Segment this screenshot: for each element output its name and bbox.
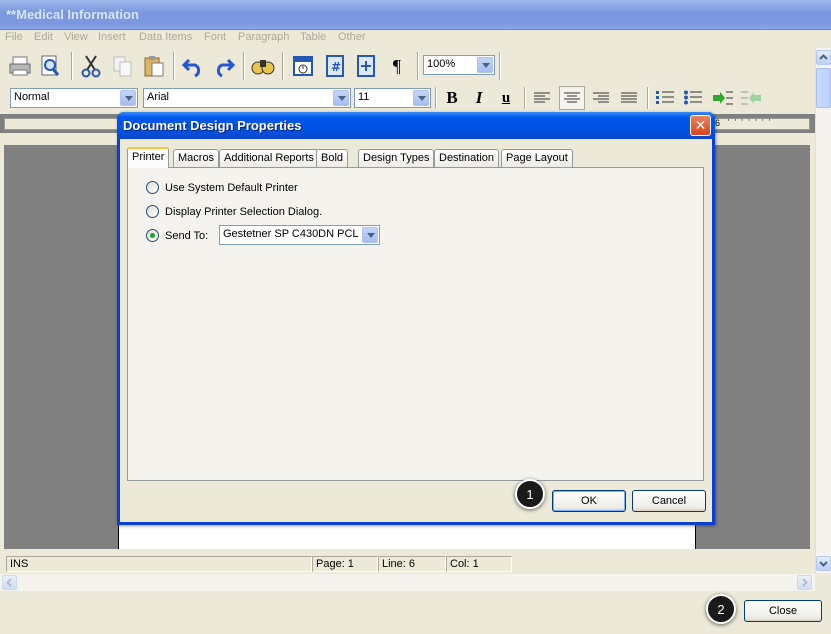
menu-other[interactable]: Other: [338, 31, 366, 43]
bold-button[interactable]: B: [440, 86, 464, 110]
step-badge-2: 2: [706, 594, 736, 624]
menu-bar: File Edit View Insert Data Items Font Pa…: [0, 30, 831, 47]
numbered-list-icon[interactable]: [653, 86, 677, 110]
bullet-list-icon[interactable]: [681, 86, 705, 110]
svg-text:#: #: [331, 60, 341, 74]
radio-send-to[interactable]: [146, 229, 159, 242]
paste-icon[interactable]: [140, 52, 168, 80]
copy-icon[interactable]: [109, 52, 137, 80]
menu-insert[interactable]: Insert: [98, 31, 126, 43]
close-icon[interactable]: ✕: [690, 115, 711, 136]
option-system-default[interactable]: Use System Default Printer: [146, 181, 298, 194]
chevron-down-icon[interactable]: [362, 227, 378, 243]
tab-design-types[interactable]: Design Types: [358, 149, 435, 167]
increase-indent-icon[interactable]: [711, 86, 735, 110]
menu-font[interactable]: Font: [204, 31, 226, 43]
radio-selection-dialog[interactable]: [146, 205, 159, 218]
dialog-title: Document Design Properties: [123, 118, 302, 133]
scroll-thumb[interactable]: [816, 68, 831, 108]
font-value: Arial: [147, 91, 170, 103]
ok-button[interactable]: OK: [552, 490, 626, 512]
window-title: **Medical Information: [6, 7, 139, 22]
main-toolbar: # ¶ 100%: [0, 48, 815, 84]
format-toolbar: Normal Arial 11 B I u: [0, 84, 815, 112]
redo-icon[interactable]: [210, 52, 238, 80]
status-bar: INS Page: 1 Line: 6 Col: 1: [4, 555, 810, 573]
chevron-down-icon[interactable]: [333, 90, 349, 106]
scroll-down-icon[interactable]: [816, 556, 831, 571]
scroll-up-icon[interactable]: [816, 50, 831, 65]
printer-value: Gestetner SP C430DN PCL: [223, 228, 359, 240]
print-icon[interactable]: [6, 52, 34, 80]
style-value: Normal: [14, 91, 50, 103]
horizontal-scrollbar[interactable]: [0, 574, 815, 591]
insert-field-icon[interactable]: [352, 52, 380, 80]
pilcrow-icon[interactable]: ¶: [383, 52, 411, 80]
status-mode: INS: [6, 556, 312, 572]
tab-additional-reports[interactable]: Additional Reports: [219, 149, 319, 167]
dialog-title-bar[interactable]: Document Design Properties ✕: [117, 112, 715, 139]
font-size-value: 11: [358, 91, 370, 103]
zoom-select[interactable]: 100%: [423, 55, 495, 75]
window-title-bar: **Medical Information: [0, 0, 831, 30]
style-select[interactable]: Normal: [10, 88, 138, 108]
tab-destination[interactable]: Destination: [434, 149, 500, 167]
option-label: Send To:: [165, 229, 209, 242]
tab-page-layout[interactable]: Page Layout: [501, 149, 573, 167]
page-number-icon[interactable]: #: [321, 52, 349, 80]
option-label: Use System Default Printer: [165, 181, 298, 194]
font-select[interactable]: Arial: [143, 88, 351, 108]
status-col: Col: 1: [446, 556, 512, 572]
decrease-indent-icon[interactable]: [739, 86, 763, 110]
font-size-select[interactable]: 11: [354, 88, 431, 108]
printer-tab-panel: Use System Default Printer Display Print…: [127, 167, 704, 481]
tab-printer[interactable]: Printer: [127, 147, 170, 168]
justify-icon[interactable]: [617, 86, 641, 110]
chevron-down-icon[interactable]: [477, 57, 493, 73]
scroll-right-icon[interactable]: [797, 575, 812, 590]
document-design-properties-dialog: Document Design Properties ✕ Printer Mac…: [117, 112, 715, 525]
tab-macros[interactable]: Macros: [173, 149, 220, 167]
italic-button[interactable]: I: [467, 86, 491, 110]
menu-paragraph[interactable]: Paragraph: [238, 31, 289, 43]
radio-system-default[interactable]: [146, 181, 159, 194]
menu-data-items[interactable]: Data Items: [139, 31, 192, 43]
menu-edit[interactable]: Edit: [34, 31, 53, 43]
scroll-left-icon[interactable]: [2, 575, 17, 590]
ruler-ticks: ·······: [727, 116, 776, 126]
status-page: Page: 1: [312, 556, 378, 572]
undo-icon[interactable]: [179, 52, 207, 80]
align-center-icon[interactable]: [559, 86, 585, 110]
chevron-down-icon[interactable]: [120, 90, 136, 106]
close-button[interactable]: Close: [744, 600, 822, 622]
print-preview-icon[interactable]: [36, 52, 64, 80]
align-left-icon[interactable]: [530, 86, 554, 110]
vertical-scrollbar[interactable]: [815, 48, 831, 573]
chevron-down-icon[interactable]: [413, 90, 429, 106]
option-selection-dialog[interactable]: Display Printer Selection Dialog.: [146, 205, 322, 218]
printer-select[interactable]: Gestetner SP C430DN PCL: [219, 225, 380, 245]
dialog-body: Printer Macros Additional Reports Bold D…: [120, 139, 712, 522]
zoom-value: 100%: [427, 58, 456, 70]
underline-button[interactable]: u: [494, 86, 518, 110]
find-binoculars-icon[interactable]: [249, 52, 277, 80]
cancel-button[interactable]: Cancel: [632, 490, 706, 512]
menu-file[interactable]: File: [5, 31, 23, 43]
tab-bold[interactable]: Bold: [316, 149, 349, 167]
menu-view[interactable]: View: [64, 31, 88, 43]
option-label: Display Printer Selection Dialog.: [165, 205, 323, 218]
option-send-to[interactable]: Send To:: [146, 229, 208, 242]
cut-icon[interactable]: [77, 52, 105, 80]
menu-table[interactable]: Table: [300, 31, 326, 43]
insert-datetime-icon[interactable]: [289, 52, 317, 80]
step-badge-1: 1: [515, 479, 545, 509]
align-right-icon[interactable]: [589, 86, 613, 110]
status-line: Line: 6: [378, 556, 446, 572]
ruler-marker: 6: [715, 118, 721, 128]
